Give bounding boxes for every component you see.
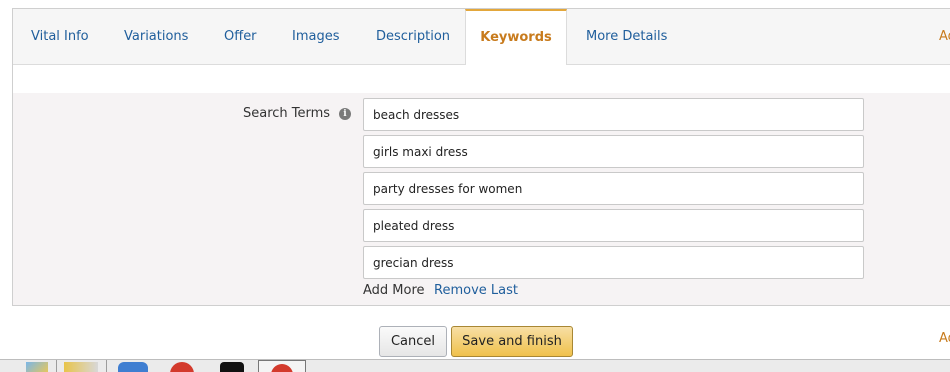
taskbar-separator — [106, 360, 107, 372]
tab-images[interactable]: Images — [292, 9, 340, 64]
taskbar — [0, 359, 950, 372]
taskbar-separator — [56, 360, 57, 372]
info-icon[interactable]: i — [339, 108, 351, 120]
search-term-input-4[interactable] — [363, 209, 864, 242]
remove-last-link[interactable]: Remove Last — [434, 283, 518, 298]
search-term-input-1[interactable] — [363, 98, 864, 131]
tab-description[interactable]: Description — [376, 9, 450, 64]
search-terms-label: Search Terms — [243, 106, 331, 121]
tab-variations[interactable]: Variations — [124, 9, 188, 64]
cancel-button[interactable]: Cancel — [379, 326, 447, 357]
taskbar-active-app[interactable] — [258, 360, 306, 372]
tab-keywords[interactable]: Keywords — [465, 9, 567, 65]
search-term-input-3[interactable] — [363, 172, 864, 205]
add-more-label: Add More — [363, 283, 425, 298]
search-term-input-2[interactable] — [363, 135, 864, 168]
search-term-input-5[interactable] — [363, 246, 864, 279]
save-and-finish-button[interactable]: Save and finish — [451, 326, 573, 357]
footer-link-truncated[interactable]: Ad — [939, 331, 950, 346]
tab-bar: Vital Info Variations Offer Images Descr… — [13, 9, 950, 65]
tab-vital-info[interactable]: Vital Info — [31, 9, 89, 64]
listing-editor-panel: Vital Info Variations Offer Images Descr… — [12, 8, 950, 306]
tab-advanced-truncated[interactable]: Ad — [939, 9, 950, 64]
keywords-section: Search Terms i Add More Remove Last — [13, 93, 950, 305]
tab-more-details[interactable]: More Details — [586, 9, 667, 64]
tab-offer[interactable]: Offer — [224, 9, 257, 64]
